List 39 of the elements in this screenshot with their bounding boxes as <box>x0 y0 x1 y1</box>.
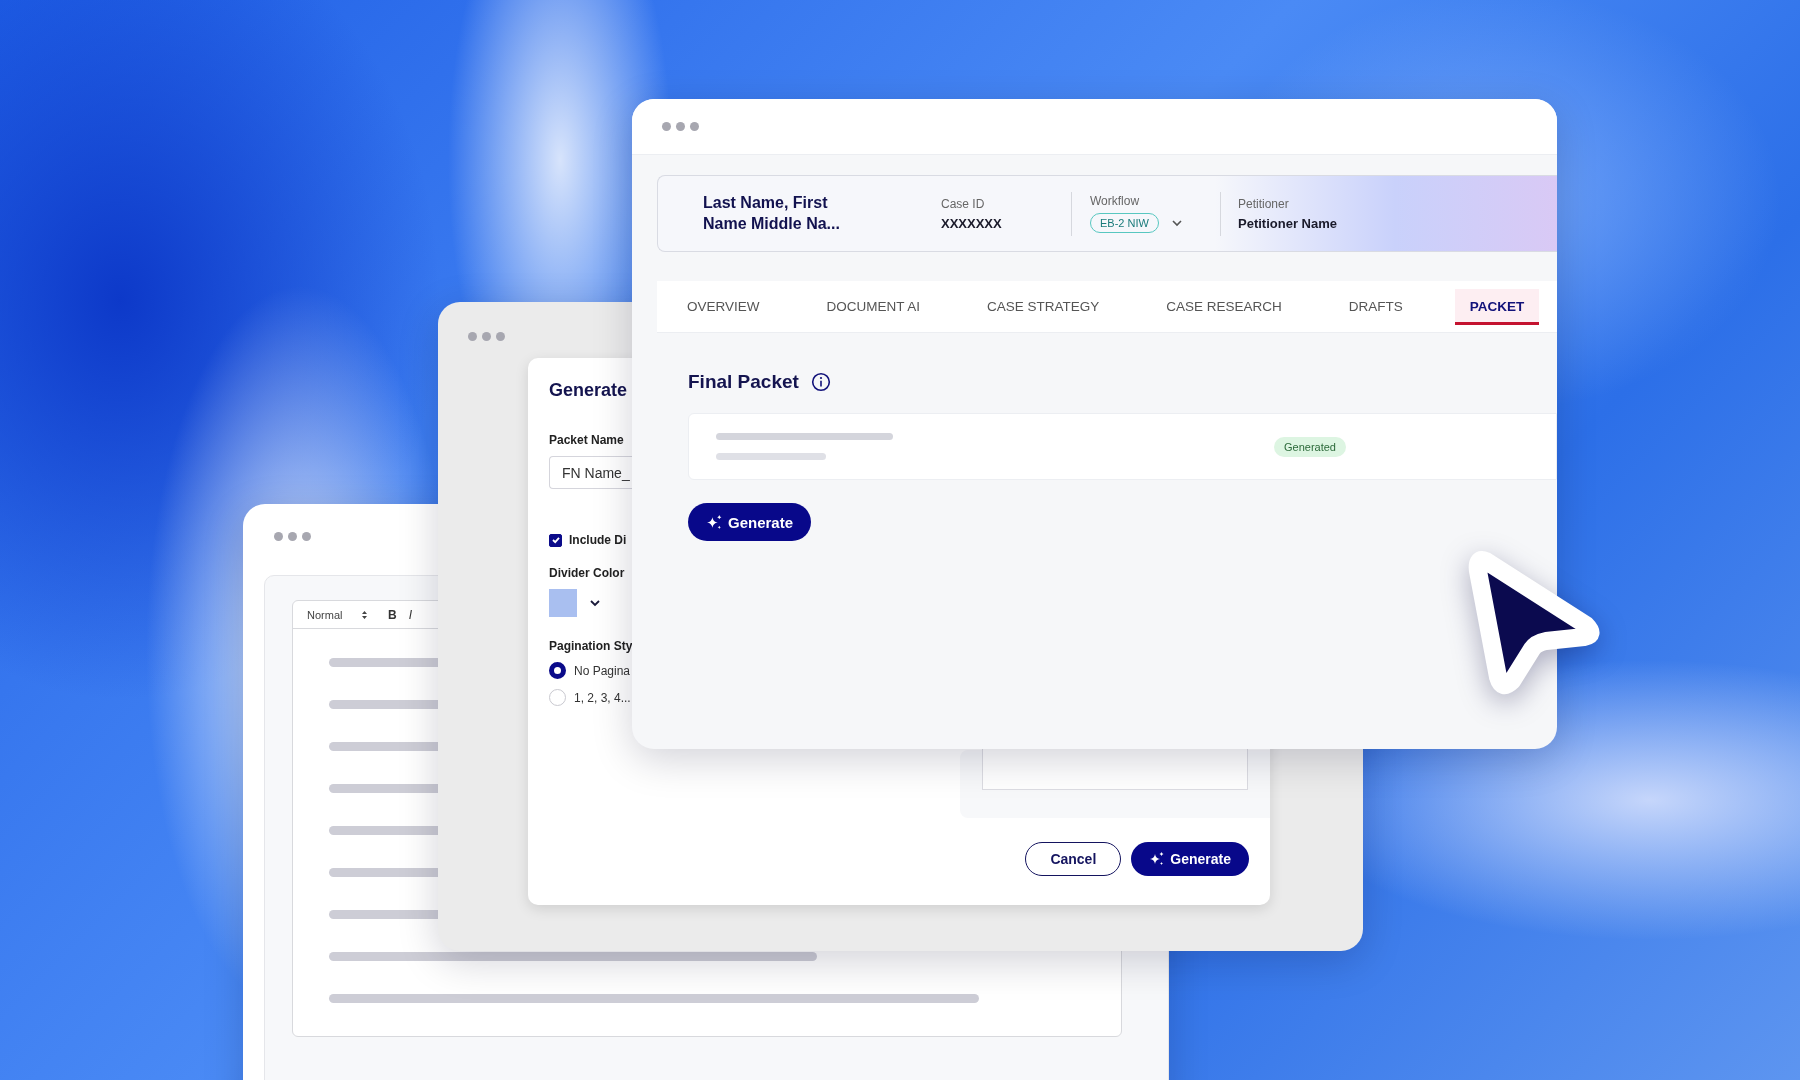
tab[interactable]: CASE STRATEGY <box>972 288 1115 325</box>
field-label: Pagination Sty <box>549 639 633 653</box>
sparkle-icon <box>706 513 723 531</box>
field-value: XXXXXXX <box>941 215 1003 231</box>
window-dots-icon <box>662 122 699 131</box>
tab[interactable]: PACKET <box>1454 288 1540 325</box>
window-dots-icon <box>274 532 313 541</box>
tab[interactable]: DOCUMENT AI <box>811 288 936 325</box>
field-label: Case ID <box>941 196 986 211</box>
field-label: Petitioner <box>1238 196 1290 211</box>
sparkle-icon <box>1149 851 1166 867</box>
field-label: Workflow <box>1090 194 1141 208</box>
field-value: Petitioner Name <box>1238 215 1337 231</box>
status-badge: Generated <box>1274 436 1346 457</box>
window-dots-icon <box>468 332 505 341</box>
field-label: Divider Color <box>549 566 625 580</box>
chevron-down-icon[interactable] <box>589 599 601 607</box>
updown-caret-icon <box>361 609 368 620</box>
bold-button[interactable]: B <box>388 607 397 622</box>
generate-button[interactable]: Generate <box>688 503 812 541</box>
checkbox[interactable] <box>549 533 562 547</box>
italic-button[interactable]: I <box>408 607 412 622</box>
dialog-title: Generate <box>549 380 628 401</box>
tab[interactable]: OVERVIEW <box>672 288 775 325</box>
radio-button[interactable] <box>549 662 566 679</box>
chevron-down-icon[interactable] <box>1170 219 1183 227</box>
section-title: Final Packet <box>688 371 799 393</box>
radio-label: No Pagina <box>574 663 631 678</box>
field-label: Packet Name <box>549 433 624 447</box>
checkbox-label: Include Di <box>569 533 627 547</box>
info-icon[interactable] <box>810 372 831 392</box>
client-name: Last Name, First Name Middle Na... <box>703 192 841 234</box>
radio-label: 1, 2, 3, 4... <box>574 690 631 705</box>
tab[interactable]: DRAFTS <box>1333 288 1418 325</box>
color-swatch[interactable] <box>549 589 577 617</box>
cancel-button[interactable]: Cancel <box>1025 842 1122 876</box>
generate-button[interactable]: Generate <box>1131 842 1249 876</box>
text-style-select[interactable]: Normal <box>307 608 361 621</box>
tab[interactable]: CASE RESEARCH <box>1151 288 1297 325</box>
